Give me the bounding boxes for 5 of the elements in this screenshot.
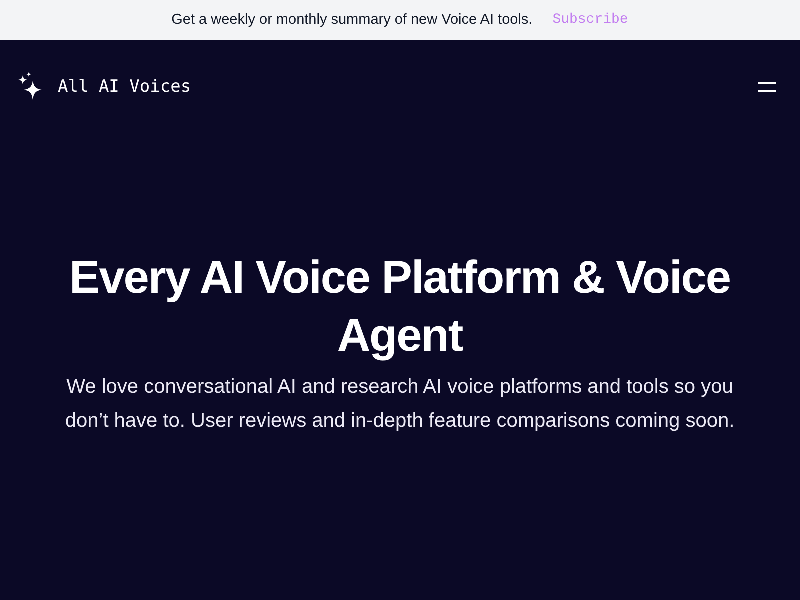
hero-subtitle: We love conversational AI and research AI voice platforms and tools so you don’t have to. User reviews and in-depth feature comparisons coming soon. bbox=[64, 375, 736, 434]
hero-title: Every AI Voice Platform & Voice Agent bbox=[68, 250, 732, 363]
banner-text: Get a weekly or monthly summary of new Voice AI tools. bbox=[172, 12, 533, 28]
menu-icon[interactable] bbox=[758, 82, 776, 92]
logo-text[interactable]: All AI Voices bbox=[58, 77, 192, 97]
